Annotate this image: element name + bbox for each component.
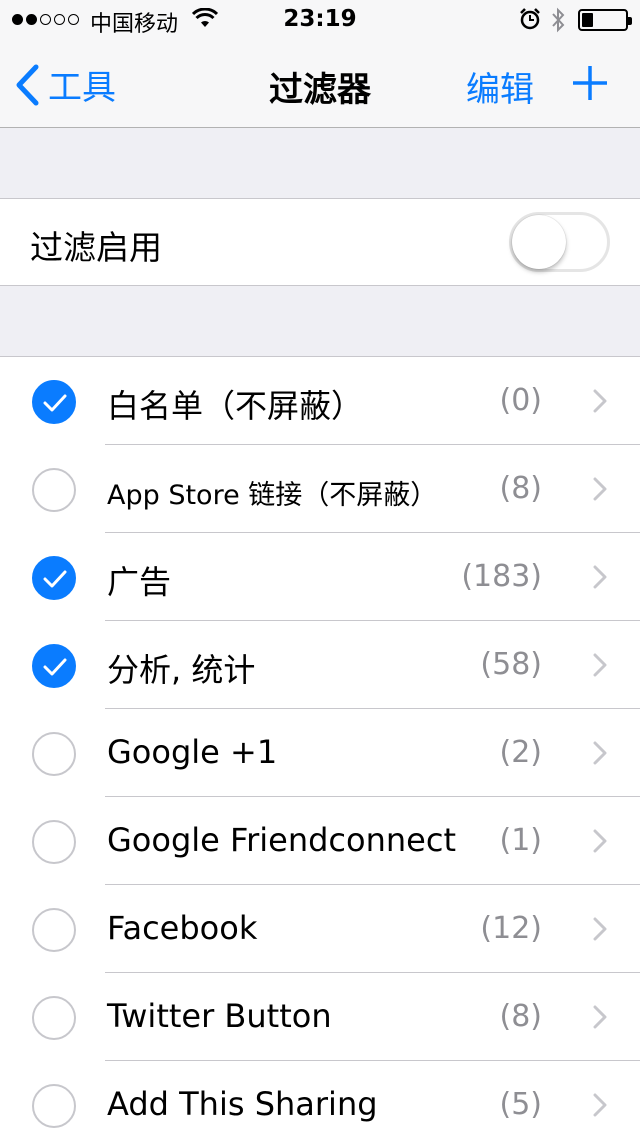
filter-count: (8) (499, 999, 543, 1034)
filter-label: Google +1 (107, 733, 278, 771)
filter-label: Google Friendconnect (107, 821, 456, 859)
filter-count: (1) (499, 823, 543, 858)
filter-label: 白名单（不屏蔽） (107, 387, 364, 425)
filter-count: (58) (480, 647, 542, 682)
navigation-bar: 工具 过滤器 编辑 (0, 40, 640, 128)
filter-label: Add This Sharing (107, 1085, 378, 1123)
filter-label: 广告 (107, 563, 172, 601)
clock: 23:19 (283, 6, 357, 32)
add-button[interactable] (571, 64, 609, 106)
chevron-right-icon (593, 389, 607, 417)
switch-knob (512, 215, 566, 269)
chevron-right-icon (593, 917, 607, 945)
filter-count: (0) (499, 383, 543, 418)
filter-row[interactable]: Add This Sharing (5) (0, 1061, 640, 1136)
filter-enable-switch[interactable] (509, 212, 610, 272)
checkmark-circle-icon[interactable] (32, 380, 76, 424)
filter-count: (2) (499, 735, 543, 770)
empty-circle-icon[interactable] (32, 996, 76, 1040)
filter-row[interactable]: Facebook (12) (0, 885, 640, 973)
filter-enable-row: 过滤启用 (0, 198, 640, 286)
filter-label: 分析, 统计 (107, 651, 256, 689)
filter-row[interactable]: 白名单（不屏蔽） (0) (0, 357, 640, 445)
empty-circle-icon[interactable] (32, 820, 76, 864)
empty-circle-icon[interactable] (32, 468, 76, 512)
checkmark-circle-icon[interactable] (32, 556, 76, 600)
empty-circle-icon[interactable] (32, 908, 76, 952)
checkmark-circle-icon[interactable] (32, 644, 76, 688)
chevron-right-icon (593, 653, 607, 681)
filter-label: App Store 链接（不屏蔽） (107, 480, 438, 511)
bluetooth-icon (551, 7, 565, 39)
edit-button[interactable]: 编辑 (466, 62, 534, 111)
chevron-right-icon (593, 829, 607, 857)
chevron-right-icon (593, 1093, 607, 1121)
filter-count: (8) (499, 471, 543, 506)
page-title: 过滤器 (269, 70, 371, 110)
alarm-icon (519, 8, 541, 36)
plus-icon (573, 66, 607, 100)
filter-enable-label: 过滤启用 (30, 228, 162, 267)
filter-row[interactable]: Twitter Button (8) (0, 973, 640, 1061)
filter-row[interactable]: 广告 (183) (0, 533, 640, 621)
filter-row[interactable]: Google +1 (2) (0, 709, 640, 797)
filter-label: Twitter Button (107, 997, 332, 1035)
empty-circle-icon[interactable] (32, 1084, 76, 1128)
filter-count: (183) (461, 559, 542, 594)
filter-row[interactable]: Google Friendconnect (1) (0, 797, 640, 885)
battery-icon (578, 9, 632, 31)
filter-row[interactable]: 分析, 统计 (58) (0, 621, 640, 709)
filter-row[interactable]: App Store 链接（不屏蔽） (8) (0, 445, 640, 533)
chevron-right-icon (593, 1005, 607, 1033)
status-bar: 中国移动 23:19 (0, 0, 640, 40)
chevron-right-icon (593, 477, 607, 505)
filter-count: (12) (480, 911, 542, 946)
chevron-right-icon (593, 741, 607, 769)
filter-count: (5) (499, 1087, 543, 1122)
chevron-right-icon (593, 565, 607, 593)
empty-circle-icon[interactable] (32, 732, 76, 776)
filter-label: Facebook (107, 909, 258, 947)
filter-list: 白名单（不屏蔽） (0) App Store 链接（不屏蔽） (8) 广告 (183) 分析… (0, 356, 640, 1136)
